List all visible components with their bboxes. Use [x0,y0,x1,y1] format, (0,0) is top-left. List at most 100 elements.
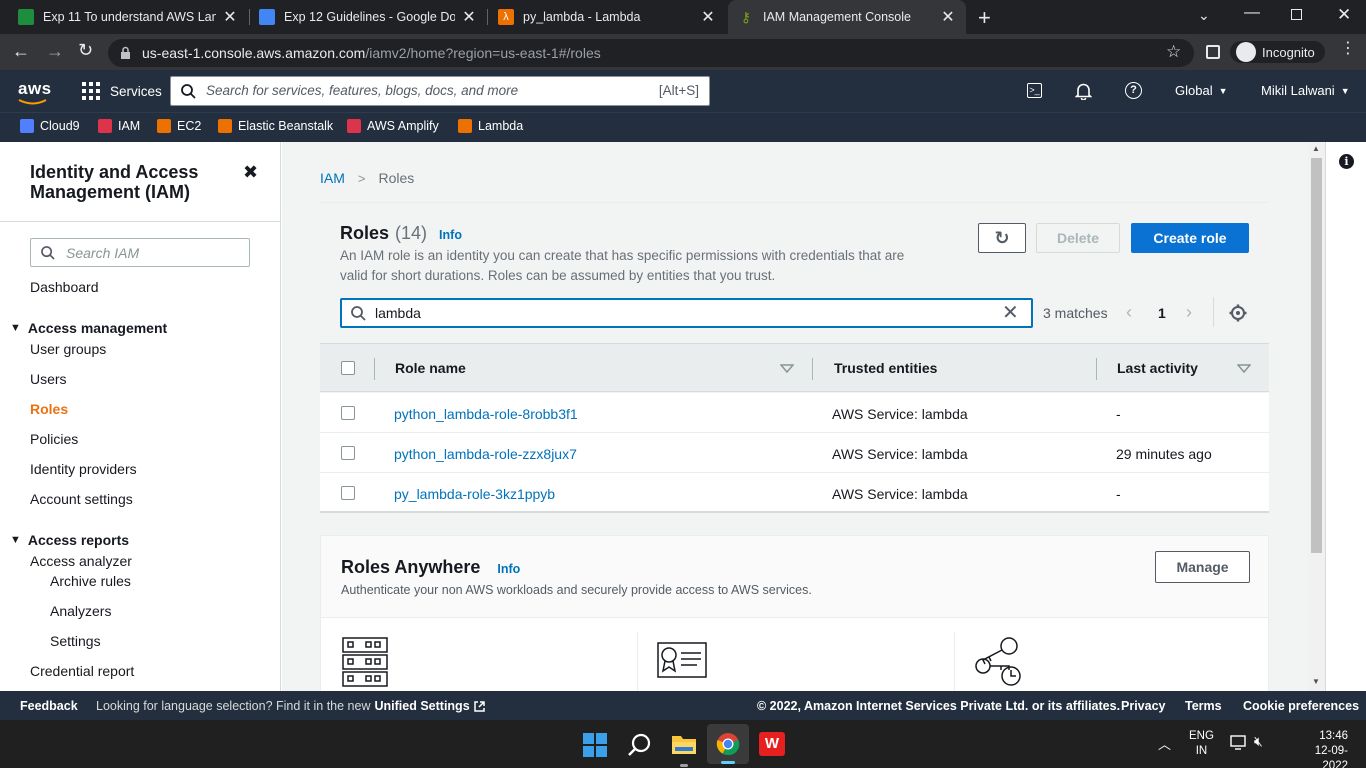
help-icon[interactable]: ? [1125,82,1142,99]
cookie-preferences-link[interactable]: Cookie preferences [1243,699,1359,713]
sort-caret-icon[interactable] [780,364,794,373]
settings-gear-icon[interactable] [1229,304,1247,322]
role-name-link[interactable]: python_lambda-role-8robb3f1 [394,406,578,422]
search-icon [41,246,55,260]
sidebar-item-analyzers[interactable]: Analyzers [50,603,111,619]
search-iam-input[interactable]: Search IAM [30,238,250,267]
sidebar-item-identity-providers[interactable]: Identity providers [30,461,137,477]
sidebar-item-archive-rules[interactable]: Archive rules [50,573,131,589]
close-tab-icon[interactable]: ✕ [940,7,956,27]
roles-anywhere-panel: Roles Anywhere Info Authenticate your no… [320,535,1269,691]
feedback-link[interactable]: Feedback [20,699,78,713]
forward-icon[interactable]: → [46,41,64,62]
sidebar-item-policies[interactable]: Policies [30,431,78,447]
column-role-name[interactable]: Role name [395,360,466,376]
next-page-icon[interactable]: › [1186,302,1192,323]
breadcrumb-iam[interactable]: IAM [320,170,345,186]
terms-link[interactable]: Terms [1185,699,1222,713]
chrome-menu-icon[interactable]: ⋮ [1340,41,1356,57]
aws-search-input[interactable]: Search for services, features, blogs, do… [170,76,710,106]
maximize-icon[interactable] [1291,9,1302,20]
wps-office-icon[interactable]: W [759,732,785,756]
roles-filter-input[interactable]: lambda ✕ [340,298,1033,328]
sidebar-item-access-analyzer[interactable]: Access analyzer [30,553,132,569]
browser-tab-exp12[interactable]: Exp 12 Guidelines - Google Docs ✕ [249,0,487,34]
role-name-link[interactable]: python_lambda-role-zzx8jux7 [394,446,577,462]
roles-anywhere-info-link[interactable]: Info [497,562,520,576]
sidebar-item-credential-report[interactable]: Credential report [30,663,134,679]
favorite-iam[interactable]: IAM [98,117,140,135]
scroll-up-icon[interactable]: ▲ [1312,144,1320,153]
close-sidebar-icon[interactable]: ✖ [243,162,258,183]
sort-caret-icon[interactable] [1237,364,1251,373]
volume-muted-icon[interactable]: 🔇︎ [1254,733,1263,750]
show-hidden-icons-chevron[interactable]: ︿ [1158,734,1171,753]
unified-settings-link[interactable]: Unified Settings [375,699,470,713]
windows-start-icon[interactable] [583,733,607,757]
manage-button[interactable]: Manage [1155,551,1250,583]
close-tab-icon[interactable]: ✕ [700,7,716,27]
favorite-lambda[interactable]: Lambda [458,117,523,135]
search-icon[interactable] [627,732,653,758]
minimize-icon[interactable]: — [1244,4,1260,22]
scroll-thumb[interactable] [1311,158,1322,553]
roles-info-link[interactable]: Info [439,228,462,242]
new-tab-icon[interactable]: + [978,5,991,31]
column-trusted-entities[interactable]: Trusted entities [834,360,937,376]
sidebar-item-users[interactable]: Users [30,371,67,387]
back-icon[interactable]: ← [12,41,30,62]
cloudshell-icon[interactable]: >_ [1027,83,1042,98]
favorite-elastic-beanstalk[interactable]: Elastic Beanstalk [218,117,333,135]
refresh-button[interactable]: ↻ [978,223,1026,253]
account-user-name: Mikil Lalwani [1261,83,1335,98]
page-scrollbar[interactable]: ▲ ▼ [1308,142,1325,691]
browser-tab-exp11[interactable]: Exp 11 To understand AWS Lamb ✕ [8,0,248,34]
info-panel-icon[interactable]: i [1339,154,1354,169]
aws-logo[interactable]: aws [18,79,52,99]
favorite-ec2[interactable]: EC2 [157,117,201,135]
column-last-activity[interactable]: Last activity [1117,360,1198,376]
scroll-down-icon[interactable]: ▼ [1312,677,1320,686]
address-bar[interactable]: us-east-1.console.aws.amazon.com/iamv2/h… [108,39,1194,67]
chrome-taskbar-button[interactable] [707,724,749,764]
incognito-profile[interactable]: Incognito [1230,41,1325,63]
sidebar-section-access-reports[interactable]: ▼ Access reports [10,532,129,548]
previous-page-icon[interactable]: ‹ [1126,302,1132,323]
tab-search-chevron-icon[interactable]: ⌄ [1198,7,1210,24]
sidebar-item-roles[interactable]: Roles [30,401,68,417]
row-checkbox[interactable] [341,446,355,460]
reload-icon[interactable]: ↻ [78,40,93,61]
browser-tab-lambda[interactable]: λ py_lambda - Lambda ✕ [488,0,726,34]
sidebar-section-access-management[interactable]: ▼ Access management [10,320,167,336]
sidebar-item-dashboard[interactable]: Dashboard [30,279,99,295]
language-indicator[interactable]: ENG IN [1189,729,1214,759]
sidebar-item-settings[interactable]: Settings [50,633,101,649]
close-tab-icon[interactable]: ✕ [222,7,238,27]
browser-tab-iam[interactable]: ⚷ IAM Management Console ✕ [728,0,966,34]
privacy-link[interactable]: Privacy [1121,699,1165,713]
role-name-link[interactable]: py_lambda-role-3kz1ppyb [394,486,555,502]
file-explorer-icon[interactable] [671,733,697,755]
select-all-checkbox[interactable] [341,361,355,375]
favorite-aws-amplify[interactable]: AWS Amplify [347,117,439,135]
services-menu[interactable]: Services [82,82,162,100]
region-selector[interactable]: Global ▼ [1175,83,1228,98]
favorite-cloud9[interactable]: Cloud9 [20,117,80,135]
sidebar-item-account-settings[interactable]: Account settings [30,491,133,507]
section-label: Access reports [27,532,130,548]
bookmark-star-icon[interactable]: ☆ [1166,42,1181,62]
current-page[interactable]: 1 [1158,305,1166,321]
window-close-icon[interactable]: ✕ [1337,5,1351,25]
close-tab-icon[interactable]: ✕ [461,7,477,27]
network-icon[interactable] [1230,735,1248,751]
system-clock[interactable]: 13:46 12-09-2022 [1294,729,1348,774]
row-checkbox[interactable] [341,486,355,500]
sidebar-item-user-groups[interactable]: User groups [30,341,106,357]
create-role-button[interactable]: Create role [1131,223,1249,253]
clear-filter-icon[interactable]: ✕ [1002,300,1019,325]
notifications-bell-icon[interactable] [1075,82,1092,100]
side-panel-icon[interactable] [1206,45,1220,59]
row-checkbox[interactable] [341,406,355,420]
account-menu[interactable]: Mikil Lalwani ▼ [1261,83,1350,98]
delete-button[interactable]: Delete [1036,223,1120,253]
